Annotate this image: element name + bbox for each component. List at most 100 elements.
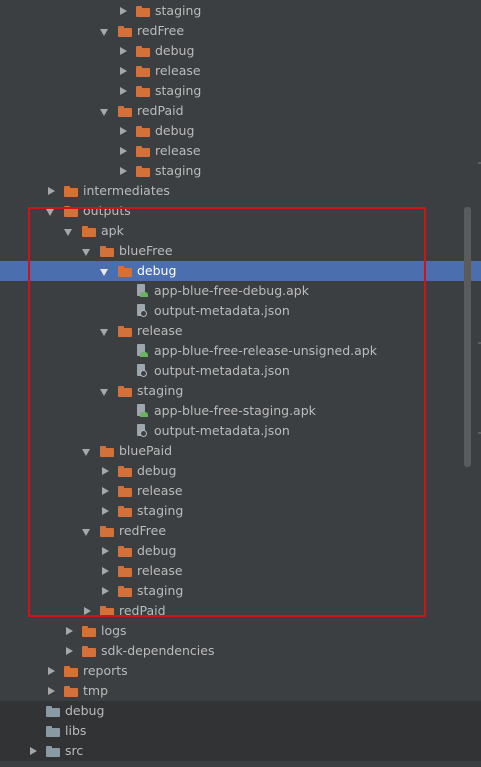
folder-icon (100, 605, 114, 617)
tree-folder-node[interactable]: redFree (0, 521, 481, 541)
tree-folder-node[interactable]: debug (0, 701, 481, 721)
chevron-down-icon[interactable] (82, 241, 92, 261)
vertical-scrollbar[interactable] (464, 207, 471, 467)
chevron-down-icon[interactable] (82, 521, 92, 541)
tree-folder-node[interactable]: debug (0, 121, 481, 141)
tree-node-label: release (155, 63, 201, 78)
chevron-down-icon[interactable] (100, 321, 110, 341)
chevron-right-icon[interactable] (100, 561, 110, 581)
chevron-right-icon[interactable] (46, 661, 56, 681)
tree-folder-node[interactable]: staging (0, 381, 481, 401)
chevron-down-icon[interactable] (46, 201, 56, 221)
json-file-icon (136, 364, 148, 378)
tree-folder-node[interactable]: release (0, 141, 481, 161)
folder-icon (64, 185, 78, 197)
tree-folder-node[interactable]: redPaid (0, 101, 481, 121)
tree-folder-node[interactable]: intermediates (0, 181, 481, 201)
tree-node-label: release (137, 563, 183, 578)
tree-folder-node[interactable]: bluePaid (0, 441, 481, 461)
tree-file-node[interactable]: output-metadata.json (0, 421, 481, 441)
chevron-right-icon[interactable] (118, 121, 128, 141)
tree-node-label: intermediates (83, 183, 170, 198)
tree-file-node[interactable]: app-blue-free-release-unsigned.apk (0, 341, 481, 361)
chevron-right-icon[interactable] (46, 681, 56, 701)
tree-folder-node[interactable]: blueFree (0, 241, 481, 261)
chevron-right-icon[interactable] (64, 621, 74, 641)
tree-node-label: app-blue-free-debug.apk (154, 283, 309, 298)
tree-folder-node[interactable]: sdk-dependencies (0, 641, 481, 661)
chevron-right-icon[interactable] (118, 41, 128, 61)
tree-folder-node[interactable]: logs (0, 621, 481, 641)
chevron-down-icon[interactable] (100, 381, 110, 401)
tree-folder-node[interactable]: apk (0, 221, 481, 241)
tree-folder-node[interactable]: staging (0, 81, 481, 101)
tree-file-node[interactable]: app-blue-free-staging.apk (0, 401, 481, 421)
tree-node-label: sdk-dependencies (101, 643, 215, 658)
chevron-right-icon[interactable] (100, 461, 110, 481)
tree-node-label: debug (155, 43, 195, 58)
folder-icon (118, 105, 132, 117)
tree-folder-node[interactable]: release (0, 321, 481, 341)
tree-node-label: src (65, 743, 84, 758)
chevron-right-icon[interactable] (64, 641, 74, 661)
chevron-right-icon[interactable] (100, 541, 110, 561)
tree-folder-node[interactable]: debug (0, 261, 481, 281)
chevron-right-icon[interactable] (118, 161, 128, 181)
chevron-right-icon[interactable] (118, 81, 128, 101)
chevron-right-icon[interactable] (82, 601, 92, 621)
tree-folder-node[interactable]: release (0, 481, 481, 501)
chevron-down-icon[interactable] (82, 441, 92, 461)
chevron-down-icon[interactable] (100, 261, 110, 281)
folder-icon (64, 205, 78, 217)
tree-folder-node[interactable]: staging (0, 581, 481, 601)
tree-folder-node[interactable]: tmp (0, 681, 481, 701)
tree-node-label: reports (83, 663, 128, 678)
project-tree: staging redFree debug release staging redPaid… (0, 0, 481, 767)
folder-icon (118, 485, 132, 497)
tree-node-label: release (155, 143, 201, 158)
tree-node-label: logs (101, 623, 127, 638)
tree-folder-node[interactable]: staging (0, 161, 481, 181)
tree-folder-node[interactable]: redFree (0, 21, 481, 41)
json-file-icon (136, 424, 148, 438)
chevron-right-icon[interactable] (118, 61, 128, 81)
tree-folder-node[interactable]: redPaid (0, 601, 481, 621)
folder-icon (118, 325, 132, 337)
tree-folder-node[interactable]: release (0, 561, 481, 581)
tree-folder-node[interactable]: outputs (0, 201, 481, 221)
chevron-right-icon[interactable] (118, 141, 128, 161)
tree-folder-node[interactable]: staging (0, 501, 481, 521)
tree-folder-node[interactable]: src (0, 741, 481, 761)
tree-node-label: debug (155, 123, 195, 138)
folder-icon (64, 665, 78, 677)
tree-node-label: app-blue-free-staging.apk (154, 403, 316, 418)
tree-node-label: app-blue-free-release-unsigned.apk (154, 343, 377, 358)
chevron-right-icon[interactable] (46, 181, 56, 201)
tree-folder-node[interactable]: libs (0, 721, 481, 741)
tree-folder-node[interactable]: staging (0, 1, 481, 21)
folder-icon (118, 505, 132, 517)
chevron-right-icon[interactable] (28, 741, 38, 761)
tree-file-node[interactable]: output-metadata.json (0, 301, 481, 321)
tree-node-label: outputs (83, 203, 131, 218)
folder-icon (136, 125, 150, 137)
tree-folder-node[interactable]: debug (0, 41, 481, 61)
tree-folder-node[interactable]: reports (0, 661, 481, 681)
folder-icon (118, 465, 132, 477)
chevron-right-icon[interactable] (100, 501, 110, 521)
chevron-down-icon[interactable] (100, 21, 110, 41)
chevron-right-icon[interactable] (100, 581, 110, 601)
tree-folder-node[interactable]: release (0, 61, 481, 81)
chevron-right-icon[interactable] (118, 1, 128, 21)
tree-folder-node[interactable]: debug (0, 461, 481, 481)
tree-node-label: debug (137, 463, 177, 478)
tree-folder-node[interactable]: debug (0, 541, 481, 561)
tree-file-node[interactable]: output-metadata.json (0, 361, 481, 381)
chevron-right-icon[interactable] (100, 481, 110, 501)
tree-file-node[interactable]: app-blue-free-debug.apk (0, 281, 481, 301)
tree-node-label: staging (137, 383, 184, 398)
chevron-down-icon[interactable] (64, 221, 74, 241)
chevron-down-icon[interactable] (100, 101, 110, 121)
folder-icon (136, 5, 150, 17)
